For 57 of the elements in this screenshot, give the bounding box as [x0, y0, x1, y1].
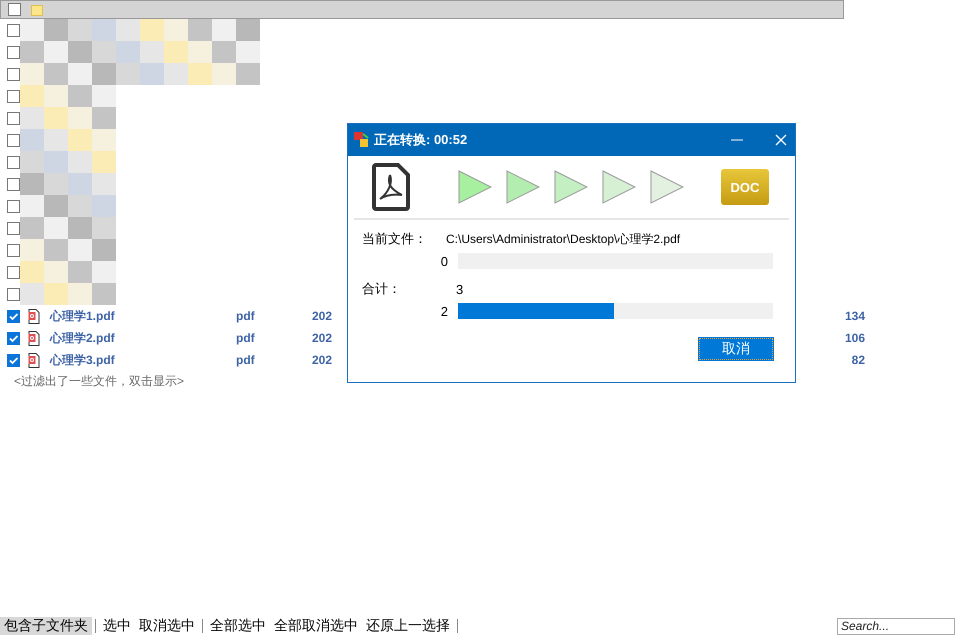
checkbox[interactable] [7, 288, 20, 300]
checkbox[interactable] [7, 68, 20, 80]
toolbar-button[interactable]: 包含子文件夹 [0, 617, 92, 635]
pdf-file-icon [28, 308, 40, 324]
checkbox[interactable] [7, 46, 20, 58]
toolbar-button[interactable]: 全部选中 [206, 617, 270, 635]
toolbar-button[interactable]: 选中 [99, 617, 135, 635]
checkbox[interactable] [7, 222, 20, 234]
checkbox[interactable] [7, 178, 20, 190]
checkbox[interactable] [7, 24, 20, 36]
total-label: 合计： [362, 280, 402, 298]
folder-icon [31, 4, 43, 16]
toolbar-button[interactable]: 取消选中 [135, 617, 199, 635]
arrow-icon [554, 170, 588, 204]
checkbox[interactable] [7, 310, 20, 322]
arrow-icon [602, 170, 636, 204]
file-size: 106 [844, 331, 865, 345]
file-size: 82 [850, 353, 865, 367]
file-size: 134 [844, 309, 865, 323]
pdf-file-icon [28, 352, 40, 368]
file-name: 心理学2.pdf [50, 330, 116, 346]
checkbox[interactable] [7, 200, 20, 212]
arrow-icon [458, 170, 492, 204]
done-count: 2 [440, 304, 449, 318]
file-progress-count: 0 [440, 254, 449, 268]
checkbox[interactable] [7, 244, 20, 256]
checkbox[interactable] [7, 266, 20, 278]
file-type: pdf [236, 331, 256, 345]
file-type: pdf [236, 353, 256, 367]
file-type: pdf [236, 309, 256, 323]
checkbox[interactable] [7, 112, 20, 124]
search-field[interactable]: Search... [837, 618, 955, 634]
close-icon[interactable] [775, 134, 787, 146]
toolbar-button[interactable]: 全部取消选中 [270, 617, 362, 635]
file-date: 202 [312, 309, 334, 323]
checkbox[interactable] [7, 90, 20, 102]
app-icon [354, 132, 370, 148]
file-name: 心理学3.pdf [50, 352, 116, 368]
checkbox[interactable] [7, 134, 20, 146]
checkbox[interactable] [8, 3, 21, 16]
file-date: 202 [312, 353, 334, 367]
checkbox[interactable] [7, 354, 20, 366]
window-title: 正在转换: 00:52 [374, 131, 468, 149]
current-file-label: 当前文件： [362, 230, 428, 248]
total-count: 3 [456, 282, 464, 296]
toolbar-button[interactable]: 还原上一选择 [362, 617, 454, 635]
arrow-icon [650, 170, 684, 204]
checkbox[interactable] [7, 332, 20, 344]
pdf-document-icon [372, 163, 410, 211]
doc-file-icon: DOC [721, 169, 769, 205]
file-name: 心理学1.pdf [50, 308, 116, 324]
cancel-button[interactable]: 取消 [699, 338, 773, 360]
file-date: 202 [312, 331, 334, 345]
checkbox[interactable] [7, 156, 20, 168]
pdf-file-icon [28, 330, 40, 346]
arrow-icon [506, 170, 540, 204]
current-file-path: C:\Users\Administrator\Desktop\心理学2.pdf [446, 230, 680, 248]
